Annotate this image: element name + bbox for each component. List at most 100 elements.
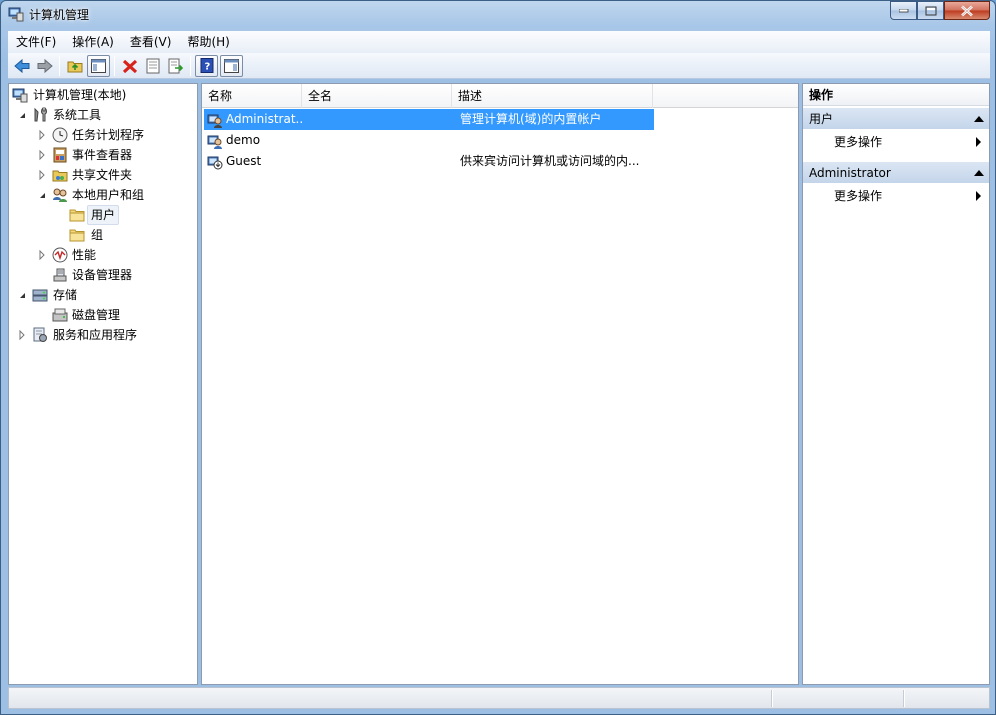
action-section-title: Administrator	[809, 166, 891, 180]
list-row-demo[interactable]: demo	[204, 130, 800, 151]
forward-arrow-icon	[37, 58, 53, 73]
show-hide-action-pane-button[interactable]	[220, 54, 243, 77]
tree-item-label: 本地用户和组	[72, 188, 145, 202]
action-section-users[interactable]: 用户	[803, 107, 989, 129]
up-folder-icon	[67, 61, 82, 72]
expanded-arrow-icon[interactable]	[37, 185, 47, 205]
user-account-icon	[207, 112, 223, 128]
svg-text:?: ?	[204, 62, 210, 73]
folder-icon	[69, 207, 85, 223]
computer-management-window: 计算机管理 文件(F) 操作(A) 查看(V) 帮助(H) ? 计算机管理(本地…	[0, 0, 996, 715]
action-pane-title: 操作	[803, 84, 989, 106]
list-row-guest[interactable]: Guest 供来宾访问计算机或访问域的内...	[204, 151, 800, 172]
collapsed-arrow-icon[interactable]	[17, 325, 27, 345]
user-list-view[interactable]: 名称 全名 描述 Administrat... 管理计算机(域)的内置帐户 de…	[201, 83, 799, 685]
close-icon	[961, 5, 973, 16]
collapse-caret-icon[interactable]	[974, 170, 984, 176]
window-controls	[890, 1, 990, 21]
list-row-administrator[interactable]: Administrat... 管理计算机(域)的内置帐户	[204, 109, 654, 130]
back-arrow-icon	[13, 58, 29, 73]
tree-item-label: 用户	[87, 205, 120, 225]
delete-x-icon	[122, 59, 137, 73]
tree-item-label: 服务和应用程序	[53, 328, 138, 342]
toolbar-separator	[114, 55, 115, 76]
action-more-actions[interactable]: 更多操作	[803, 131, 989, 153]
properties-icon	[146, 58, 159, 73]
tree-item-label: 设备管理器	[72, 268, 133, 282]
cell-name: Guest	[226, 154, 262, 168]
submenu-arrow-icon	[976, 137, 981, 147]
collapsed-arrow-icon[interactable]	[37, 245, 47, 265]
users-groups-icon	[52, 187, 68, 203]
tree-item-label: 共享文件夹	[72, 168, 133, 182]
toolbar: ?	[8, 53, 990, 79]
console-tree[interactable]: 计算机管理(本地) 系统工具 任务计划程序 事件查看器 共享文件夹 本地用户和组…	[8, 83, 198, 685]
tree-item-label: 性能	[72, 248, 97, 262]
system-tools-icon	[32, 106, 48, 123]
title-bar[interactable]: 计算机管理	[1, 1, 995, 27]
status-divider	[771, 690, 773, 707]
tree-item-label: 计算机管理(本地)	[33, 88, 127, 102]
expanded-arrow-icon[interactable]	[17, 285, 27, 305]
window-title: 计算机管理	[29, 8, 90, 22]
delete-button[interactable]	[118, 55, 141, 77]
properties-button[interactable]	[141, 55, 164, 77]
cell-name: Administrat...	[226, 112, 304, 126]
forward-button[interactable]	[33, 55, 56, 77]
minimize-button[interactable]	[890, 1, 917, 20]
user-account-icon	[207, 133, 223, 149]
computer-management-icon	[8, 6, 24, 22]
action-section-title: 用户	[809, 112, 834, 126]
collapsed-arrow-icon[interactable]	[37, 165, 47, 185]
toolbar-separator	[190, 55, 191, 76]
help-button[interactable]: ?	[195, 54, 218, 77]
action-item-label: 更多操作	[834, 135, 883, 149]
column-header-name[interactable]: 名称	[202, 84, 302, 108]
tree-item-label: 任务计划程序	[72, 128, 145, 142]
disk-management-icon	[52, 307, 68, 323]
menu-bar: 文件(F) 操作(A) 查看(V) 帮助(H)	[8, 31, 990, 53]
performance-icon	[52, 247, 68, 263]
computer-management-icon	[12, 87, 28, 103]
action-item-label: 更多操作	[834, 189, 883, 203]
show-hide-console-tree-button[interactable]	[87, 54, 110, 77]
shared-folders-icon	[52, 167, 68, 183]
export-list-button[interactable]	[164, 55, 187, 77]
help-book-icon: ?	[200, 58, 213, 73]
action-section-administrator[interactable]: Administrator	[803, 161, 989, 183]
user-account-disabled-icon	[207, 154, 223, 170]
menu-file[interactable]: 文件(F)	[8, 31, 64, 53]
tree-item-label: 磁盘管理	[72, 308, 121, 322]
toolbar-separator	[59, 55, 60, 76]
submenu-arrow-icon	[976, 191, 981, 201]
folder-icon	[69, 227, 85, 243]
tree-item-label: 组	[91, 228, 104, 242]
status-bar	[8, 687, 990, 709]
collapse-caret-icon[interactable]	[974, 116, 984, 122]
cell-name: demo	[226, 133, 261, 147]
action-more-actions[interactable]: 更多操作	[803, 185, 989, 207]
maximize-button[interactable]	[917, 1, 944, 20]
up-level-button[interactable]	[63, 55, 86, 77]
menu-view[interactable]: 查看(V)	[122, 31, 180, 53]
menu-action[interactable]: 操作(A)	[64, 31, 122, 53]
collapsed-arrow-icon[interactable]	[37, 145, 47, 165]
list-header: 名称 全名 描述	[202, 84, 798, 108]
status-divider	[903, 690, 905, 707]
menu-help[interactable]: 帮助(H)	[179, 31, 237, 53]
close-button[interactable]	[944, 1, 990, 20]
clock-icon	[52, 127, 68, 143]
device-manager-icon	[52, 267, 68, 283]
expanded-arrow-icon[interactable]	[17, 105, 27, 125]
export-list-icon	[168, 58, 183, 73]
tree-item-label: 事件查看器	[72, 148, 133, 162]
tree-item-label: 存储	[53, 288, 78, 302]
cell-description: 管理计算机(域)的内置帐户	[460, 112, 602, 126]
column-header-fullname[interactable]: 全名	[302, 84, 452, 108]
event-viewer-icon	[52, 147, 68, 163]
console-tree-icon	[91, 58, 106, 73]
collapsed-arrow-icon[interactable]	[37, 125, 47, 145]
maximize-icon	[925, 6, 936, 15]
back-button[interactable]	[10, 55, 33, 77]
column-header-description[interactable]: 描述	[452, 84, 653, 108]
